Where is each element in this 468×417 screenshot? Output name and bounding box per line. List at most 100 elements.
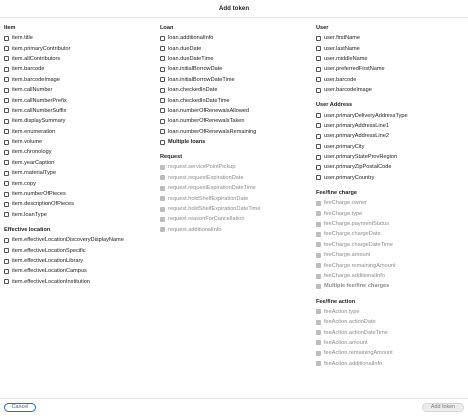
token-option-user-primarydeliveryaddresstype[interactable]: user.primaryDeliveryAddressType [316, 110, 466, 120]
token-checkbox[interactable] [316, 133, 321, 139]
token-option-label: feeCharge.paymentStatus [324, 221, 389, 228]
token-checkbox[interactable] [160, 46, 165, 52]
token-option-user-primaryzippostalcode[interactable]: user.primaryZipPostalCode [316, 162, 466, 172]
token-checkbox[interactable] [4, 258, 9, 264]
token-checkbox[interactable] [4, 35, 9, 41]
token-checkbox[interactable] [4, 212, 9, 218]
token-option-user-firstname[interactable]: user.firstName [316, 33, 466, 43]
token-option-item-materialtype[interactable]: item.materialType [4, 168, 154, 178]
token-checkbox[interactable] [316, 144, 321, 150]
token-checkbox[interactable] [160, 35, 165, 41]
token-checkbox[interactable] [4, 181, 9, 187]
token-checkbox[interactable] [160, 77, 165, 83]
token-option-item-loantype[interactable]: item.loanType [4, 210, 154, 220]
token-checkbox[interactable] [4, 66, 9, 72]
token-option-loan-duedatetime[interactable]: loan.dueDateTime [160, 54, 310, 64]
token-option-user-barcodeimage[interactable]: user.barcodeImage [316, 85, 466, 95]
token-option-item-barcodeimage[interactable]: item.barcodeImage [4, 75, 154, 85]
token-option-item-copy[interactable]: item.copy [4, 178, 154, 188]
token-option-item-descriptionofpieces[interactable]: item.descriptionOfPieces [4, 199, 154, 209]
token-option-item-numberofpieces[interactable]: item.numberOfPieces [4, 189, 154, 199]
token-checkbox[interactable] [160, 98, 165, 104]
token-option-item-callnumber[interactable]: item.callNumber [4, 85, 154, 95]
token-option-item-chronology[interactable]: item.chronology [4, 147, 154, 157]
token-checkbox[interactable] [316, 164, 321, 170]
token-option-item-effectivelocationinstitution[interactable]: item.effectiveLocationInstitution [4, 277, 154, 287]
token-checkbox[interactable] [4, 87, 9, 93]
token-option-user-primaryaddressline2[interactable]: user.primaryAddressLine2 [316, 131, 466, 141]
token-option-item-effectivelocationlibrary[interactable]: item.effectiveLocationLibrary [4, 256, 154, 266]
token-option-item-primarycontributor[interactable]: item.primaryContributor [4, 43, 154, 53]
token-option-loan-initialborrowdatetime[interactable]: loan.initialBorrowDateTime [160, 75, 310, 85]
token-option-item-volume[interactable]: item.volume [4, 137, 154, 147]
token-option-item-allcontributors[interactable]: item.allContributors [4, 54, 154, 64]
token-checkbox[interactable] [316, 56, 321, 62]
token-checkbox[interactable] [4, 77, 9, 83]
token-option-multiple-loans[interactable]: Multiple loans [160, 137, 310, 147]
add-token-button[interactable]: Add token [422, 403, 464, 412]
token-option-loan-numberofrenewalstaken[interactable]: loan.numberOfRenewalsTaken [160, 116, 310, 126]
token-checkbox[interactable] [4, 268, 9, 274]
token-option-item-callnumberprefix[interactable]: item.callNumberPrefix [4, 95, 154, 105]
token-checkbox[interactable] [4, 160, 9, 166]
token-checkbox[interactable] [4, 279, 9, 285]
token-checkbox[interactable] [316, 154, 321, 160]
token-checkbox[interactable] [160, 139, 165, 145]
token-option-user-middlename[interactable]: user.middleName [316, 54, 466, 64]
token-option-loan-numberofrenewalsallowed[interactable]: loan.numberOfRenewalsAllowed [160, 106, 310, 116]
token-option-loan-checkedindatetime[interactable]: loan.checkedInDateTime [160, 95, 310, 105]
token-option-item-effectivelocationdiscoverydisplayname[interactable]: item.effectiveLocationDiscoveryDisplayNa… [4, 235, 154, 245]
token-checkbox[interactable] [4, 108, 9, 114]
token-checkbox[interactable] [4, 170, 9, 176]
token-option-item-effectivelocationspecific[interactable]: item.effectiveLocationSpecific [4, 245, 154, 255]
token-checkbox[interactable] [160, 118, 165, 124]
token-checkbox[interactable] [4, 129, 9, 135]
token-option-user-primarycity[interactable]: user.primaryCity [316, 142, 466, 152]
token-checkbox[interactable] [4, 46, 9, 52]
token-option-user-primarystateprovregion[interactable]: user.primaryStateProvRegion [316, 152, 466, 162]
token-option-user-lastname[interactable]: user.lastName [316, 43, 466, 53]
token-option-user-primaryaddressline1[interactable]: user.primaryAddressLine1 [316, 121, 466, 131]
token-checkbox[interactable] [4, 139, 9, 145]
token-option-item-barcode[interactable]: item.barcode [4, 64, 154, 74]
token-checkbox[interactable] [160, 129, 165, 135]
token-checkbox[interactable] [4, 237, 9, 243]
token-option-label: user.preferredFirstName [324, 66, 385, 73]
token-option-loan-numberofrenewalsremaining[interactable]: loan.numberOfRenewalsRemaining [160, 127, 310, 137]
token-option-loan-duedate[interactable]: loan.dueDate [160, 43, 310, 53]
token-option-item-yearcaption[interactable]: item.yearCaption [4, 158, 154, 168]
token-option-item-title[interactable]: item.title [4, 33, 154, 43]
token-option-item-effectivelocationcampus[interactable]: item.effectiveLocationCampus [4, 266, 154, 276]
token-checkbox[interactable] [316, 35, 321, 41]
token-option-item-enumeration[interactable]: item.enumeration [4, 127, 154, 137]
token-checkbox[interactable] [316, 175, 321, 181]
token-checkbox[interactable] [316, 46, 321, 52]
token-option-user-barcode[interactable]: user.barcode [316, 75, 466, 85]
token-checkbox[interactable] [160, 87, 165, 93]
token-checkbox[interactable] [4, 191, 9, 197]
token-checkbox[interactable] [316, 66, 321, 72]
cancel-button[interactable]: Cancel [4, 403, 36, 412]
token-checkbox[interactable] [316, 123, 321, 129]
token-checkbox[interactable] [4, 248, 9, 254]
token-checkbox[interactable] [4, 98, 9, 104]
token-option-user-primarycountry[interactable]: user.primaryCountry [316, 173, 466, 183]
token-checkbox[interactable] [160, 56, 165, 62]
token-option-loan-additionalinfo[interactable]: loan.additionalInfo [160, 33, 310, 43]
token-checkbox[interactable] [4, 56, 9, 62]
token-option-user-preferredfirstname[interactable]: user.preferredFirstName [316, 64, 466, 74]
section-title-item: Item [4, 25, 16, 31]
token-option-label: loan.checkedInDate [168, 87, 218, 94]
token-option-item-displaysummary[interactable]: item.displaySummary [4, 116, 154, 126]
token-option-item-callnumbersuffix[interactable]: item.callNumberSuffix [4, 106, 154, 116]
token-checkbox[interactable] [316, 87, 321, 93]
token-option-loan-checkedindate[interactable]: loan.checkedInDate [160, 85, 310, 95]
token-option-loan-initialborrowdate[interactable]: loan.initialBorrowDate [160, 64, 310, 74]
token-checkbox[interactable] [160, 66, 165, 72]
token-checkbox[interactable] [4, 149, 9, 155]
token-checkbox[interactable] [316, 113, 321, 119]
token-checkbox[interactable] [160, 108, 165, 114]
token-checkbox[interactable] [4, 201, 9, 207]
token-checkbox[interactable] [316, 77, 321, 83]
token-checkbox[interactable] [4, 118, 9, 124]
